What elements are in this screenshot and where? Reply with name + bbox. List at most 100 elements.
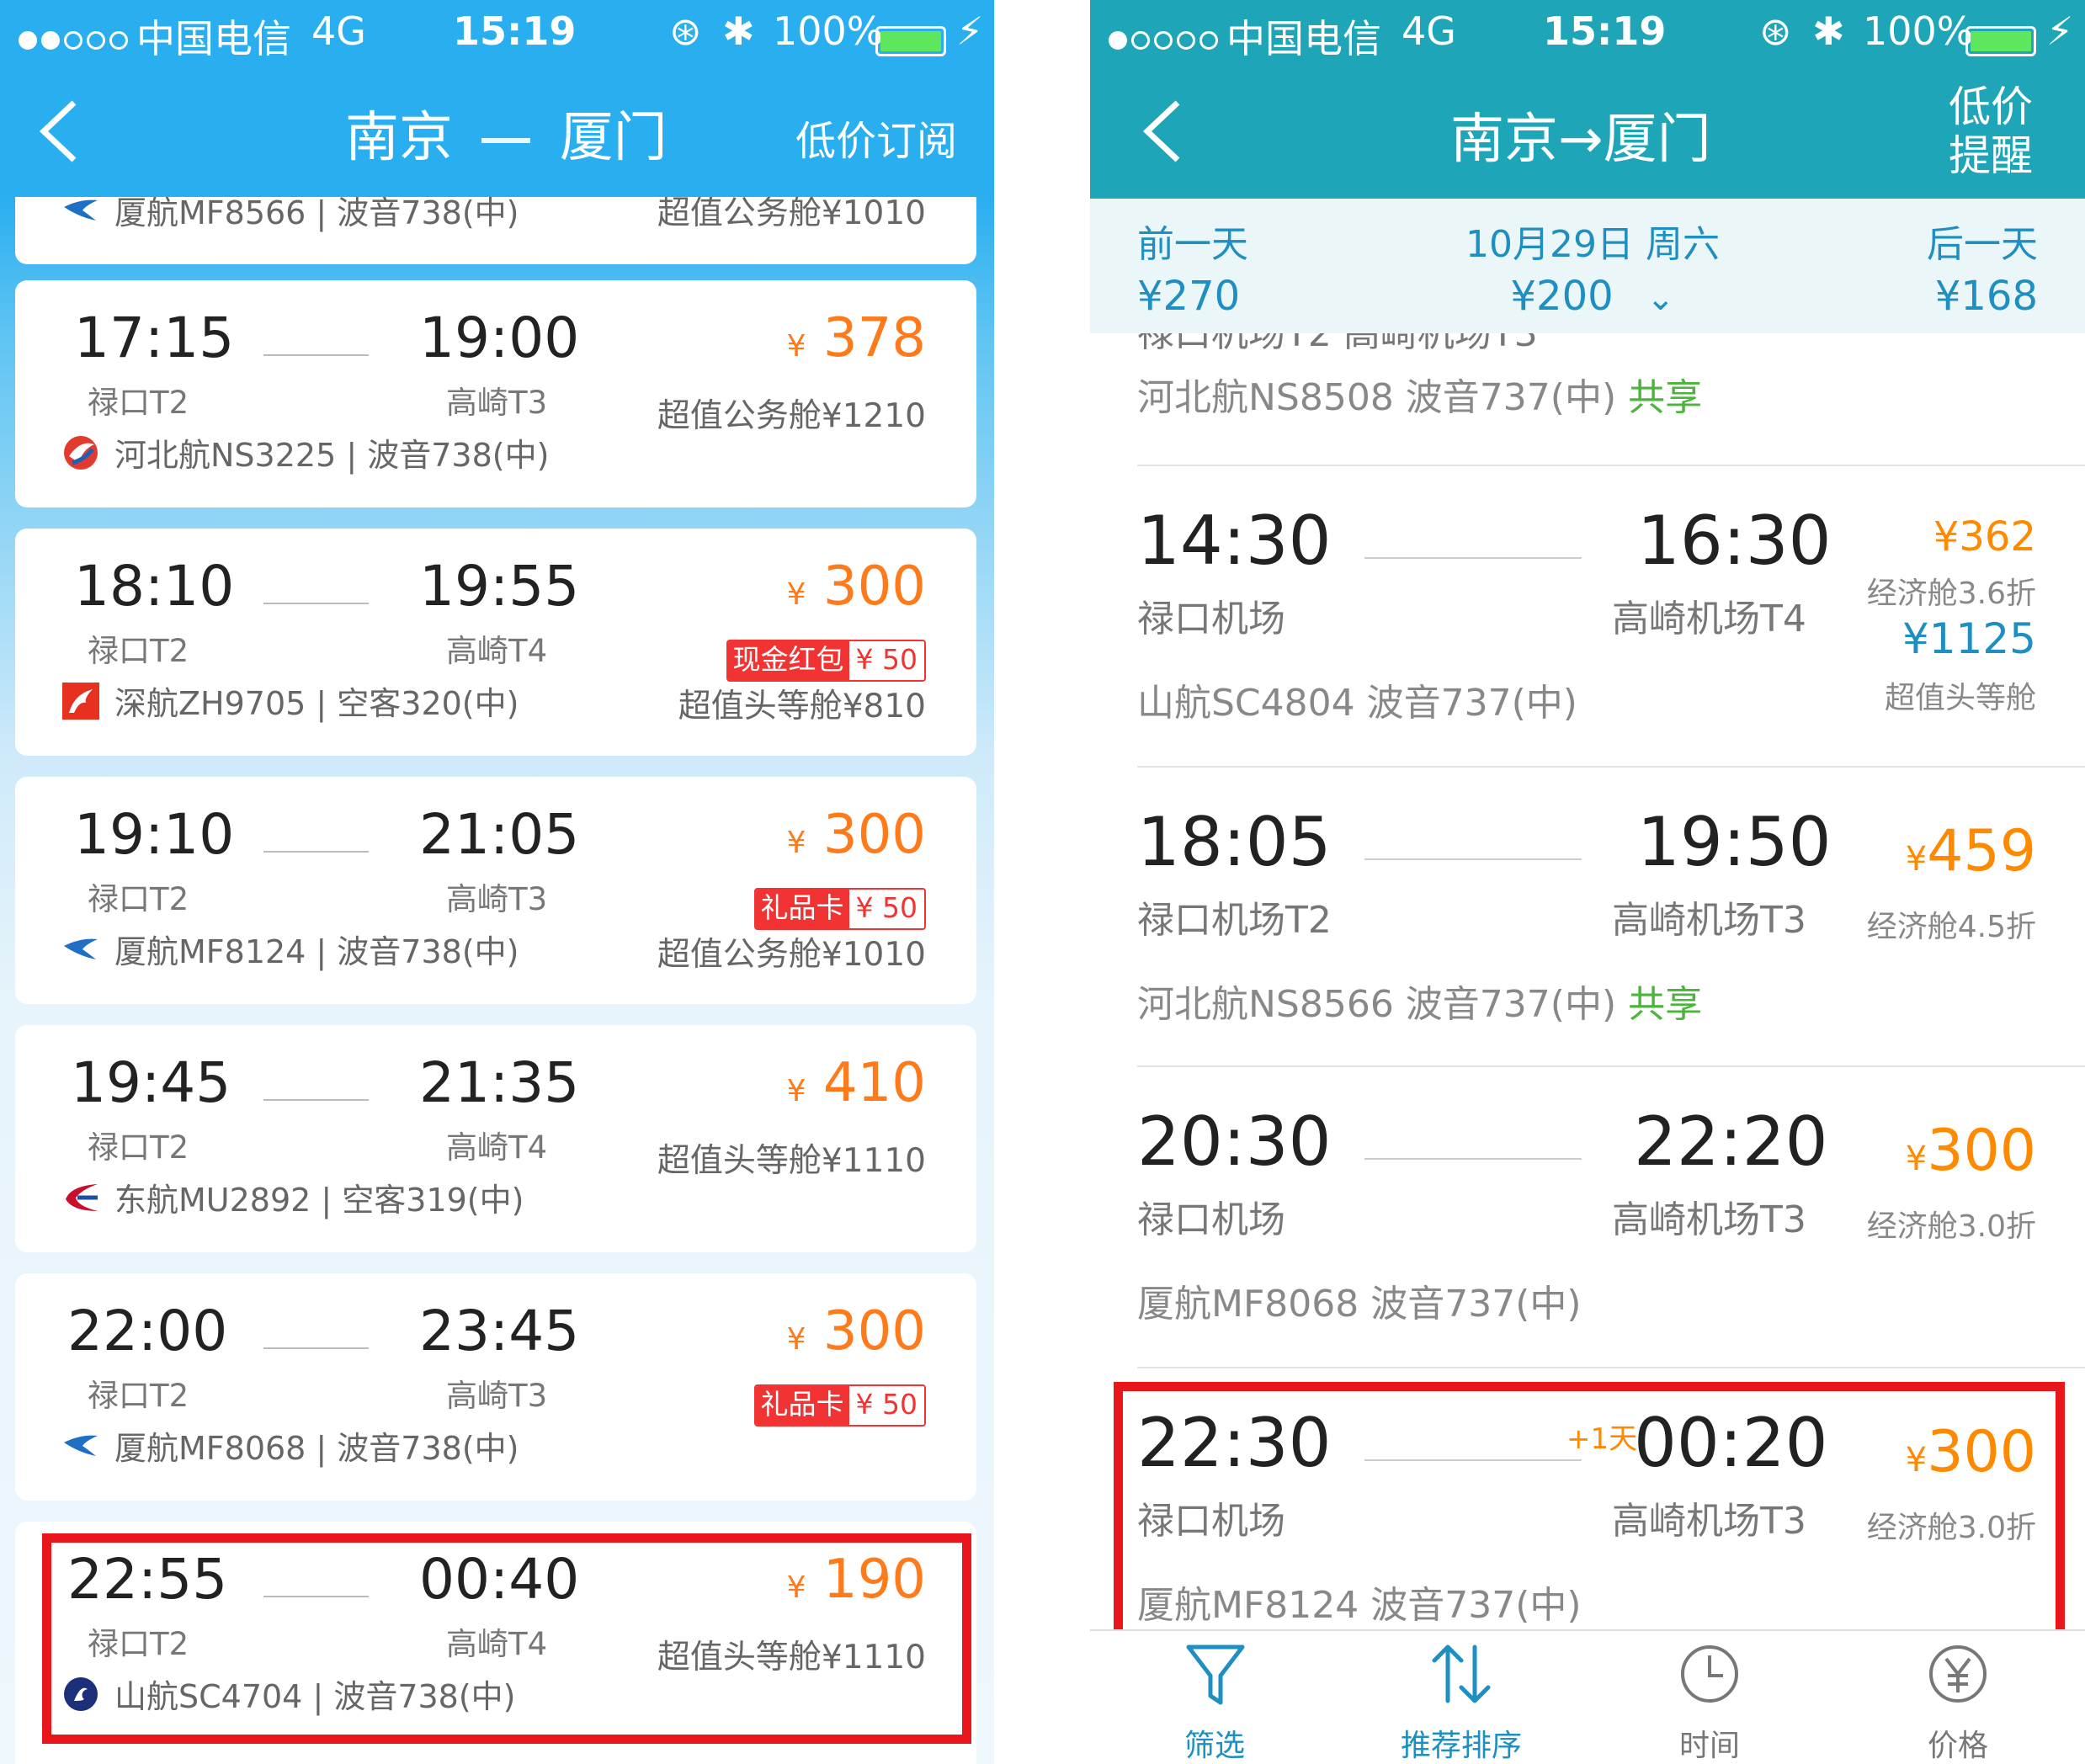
price: ¥ 300 xyxy=(787,555,926,618)
departure-time: 22:00 xyxy=(67,1299,228,1363)
flight-row[interactable]: 18:05 19:50 禄口机场T2 高崎机场T3 河北航NS8566 波音73… xyxy=(1090,768,2085,1067)
next-day-label: 后一天 xyxy=(1927,223,2038,266)
departure-time: 14:30 xyxy=(1137,502,1332,580)
flight-info: 厦航MF8068 波音737(中) xyxy=(1137,1283,1582,1326)
economy-price: ¥362 xyxy=(1933,513,2036,561)
date-bar: 前一天 ¥270 10月29日 周六 ¥200 ⌄ 后一天 ¥168 xyxy=(1090,199,2085,333)
badge-amount: ¥ 50 xyxy=(848,890,924,928)
discount-label: 经济舱3.0折 xyxy=(1866,1209,2036,1244)
prev-day-button[interactable]: 前一天 ¥270 xyxy=(1137,214,1248,320)
departure-time: 17:15 xyxy=(74,306,235,370)
gift-card-badge: 礼品卡 ¥ 50 xyxy=(753,888,926,930)
next-day-price: ¥168 xyxy=(1934,273,2038,320)
departure-airport: 禄口T2 xyxy=(88,1378,189,1414)
alert-label-line1: 低价 xyxy=(1949,82,2033,131)
highlight-box xyxy=(42,1533,971,1744)
price-value: 378 xyxy=(822,307,926,369)
departure-time: 20:30 xyxy=(1137,1102,1332,1181)
flight-info: 东航MU2892 | 空客319(中) xyxy=(114,1182,524,1219)
next-day-button[interactable]: 后一天 ¥168 xyxy=(1927,214,2038,320)
low-price-subscribe-button[interactable]: 低价订阅 xyxy=(795,108,957,167)
currency-symbol: ¥ xyxy=(786,329,806,364)
back-arrow-icon[interactable] xyxy=(37,99,79,163)
currency-symbol: ¥ xyxy=(786,577,806,612)
flight-info: 山航SC4804 波音737(中) xyxy=(1137,682,1577,725)
route-line xyxy=(263,851,369,853)
prev-day-price: ¥270 xyxy=(1137,273,1241,320)
left-phone-screen: 中国电信 4G 15:19 ⊛ ✱ 100% ⚡ 南京 厦门 低价订阅 厦航MF… xyxy=(0,0,994,1764)
arrival-time: 19:00 xyxy=(419,306,580,370)
status-bar: 中国电信 4G 15:19 ⊛ ✱ 100% ⚡ xyxy=(1090,0,2085,66)
cabin-price: 超值公务舱¥1210 xyxy=(657,397,926,435)
arrival-time: 19:55 xyxy=(419,554,580,619)
tab-filter[interactable]: 筛选 xyxy=(1118,1637,1311,1763)
xiamen-airlines-logo-icon xyxy=(62,931,99,968)
arrival-time: 21:05 xyxy=(419,802,580,867)
flight-card-partial[interactable]: 厦航MF8566 | 波音738(中) 超值公务舱¥1010 xyxy=(15,197,976,264)
battery-percent: 100% xyxy=(1863,8,1974,54)
currency-symbol: ¥ xyxy=(786,1322,806,1357)
route-line xyxy=(263,603,369,604)
flight-info: 厦航MF8068 | 波音738(中) xyxy=(114,1430,519,1467)
badge-label: 礼品卡 xyxy=(755,890,849,928)
badge-label: 现金红包 xyxy=(727,641,849,680)
price: ¥ 300 xyxy=(787,804,926,866)
price: ¥ 410 xyxy=(787,1052,926,1114)
departure-airport: 禄口机场 xyxy=(1137,1198,1285,1241)
clock-label: 15:19 xyxy=(1543,8,1667,54)
flight-card[interactable]: 19:45 21:35 禄口T2 高崎T4 东航MU2892 | 空客319(中… xyxy=(15,1025,976,1252)
first-class-price: ¥1125 xyxy=(1901,614,2036,663)
departure-airport: 禄口T2 xyxy=(88,633,189,669)
arrival-airport: 高崎T4 xyxy=(446,633,548,669)
flight-number: 河北航NS8508 波音737(中) xyxy=(1137,376,1617,419)
price: ¥ 300 xyxy=(787,1300,926,1363)
arrival-airport: 高崎T3 xyxy=(446,385,548,421)
low-price-alert-button[interactable]: 低价 提醒 xyxy=(1949,82,2033,180)
tab-recommended-sort[interactable]: 推荐排序 xyxy=(1364,1637,1558,1763)
flight-card[interactable]: 22:00 23:45 禄口T2 高崎T3 厦航MF8068 | 波音738(中… xyxy=(15,1273,976,1501)
current-date-selector[interactable]: 10月29日 周六 ¥200 ⌄ xyxy=(1465,214,1720,320)
cabin-price: 超值头等舱¥810 xyxy=(678,688,926,725)
cabin-price: 超值公务舱¥1010 xyxy=(657,197,926,232)
flight-card[interactable]: 17:15 19:00 禄口T2 高崎T3 河北航NS3225 | 波音738(… xyxy=(15,280,976,507)
flight-card[interactable]: 18:10 19:55 禄口T2 高崎T4 深航ZH9705 | 空客320(中… xyxy=(15,529,976,756)
flight-info: 河北航NS8508 波音737(中) 共享 xyxy=(1137,367,1702,421)
flight-row[interactable]: 14:30 16:30 禄口机场 高崎机场T4 山航SC4804 波音737(中… xyxy=(1090,466,2085,766)
flight-info: 河北航NS3225 | 波音738(中) xyxy=(114,437,550,474)
back-arrow-icon[interactable] xyxy=(1141,99,1183,163)
departure-time: 19:45 xyxy=(71,1050,231,1115)
page-title: 南京→厦门 xyxy=(1450,109,1711,171)
arrival-airport: 高崎T3 xyxy=(446,1378,548,1414)
departure-time: 18:05 xyxy=(1137,803,1332,881)
tab-label: 时间 xyxy=(1678,1729,1740,1763)
charging-icon: ⚡ xyxy=(956,8,984,54)
xiamen-airlines-logo-icon xyxy=(62,197,99,229)
tab-time[interactable]: 时间 xyxy=(1613,1637,1806,1763)
flight-row-partial[interactable]: 禄口机场T2 高崎机场T3 河北航NS8508 波音737(中) 共享 xyxy=(1090,333,2085,465)
departure-airport: 禄口T2 xyxy=(88,385,189,421)
flight-row[interactable]: 20:30 22:20 禄口机场 高崎机场T3 厦航MF8068 波音737(中… xyxy=(1090,1067,2085,1367)
route-line xyxy=(263,1099,369,1101)
departure-airport: 禄口机场 xyxy=(1137,598,1285,640)
shenzhen-airlines-logo-icon xyxy=(62,683,99,720)
charging-icon: ⚡ xyxy=(2046,8,2074,54)
carrier-label: 中国电信 xyxy=(1226,16,1381,61)
cabin-price: 超值公务舱¥1010 xyxy=(657,936,926,974)
tab-price[interactable]: 价格 xyxy=(1861,1637,2055,1763)
signal-icon xyxy=(1109,13,1222,59)
flight-info: 河北航NS8566 波音737(中) 共享 xyxy=(1137,974,1702,1028)
route-arrow-icon xyxy=(481,138,531,144)
price-value: 410 xyxy=(822,1052,926,1114)
price: ¥459 xyxy=(1906,818,2036,885)
title-origin: 南京 xyxy=(345,107,453,169)
flight-card[interactable]: 19:10 21:05 禄口T2 高崎T3 厦航MF8124 | 波音738(中… xyxy=(15,777,976,1004)
carrier-label: 中国电信 xyxy=(136,16,291,61)
currency-symbol: ¥ xyxy=(1905,1140,1928,1178)
departure-airport: 禄口机场T2 xyxy=(1137,899,1332,942)
price: ¥ 378 xyxy=(787,307,926,369)
discount-label: 经济舱4.5折 xyxy=(1866,910,2036,944)
alert-label-line2: 提醒 xyxy=(1949,131,2033,180)
china-eastern-logo-icon xyxy=(62,1179,99,1216)
flight-info: 厦航MF8124 | 波音738(中) xyxy=(114,933,519,970)
price-value: 459 xyxy=(1927,818,2036,885)
